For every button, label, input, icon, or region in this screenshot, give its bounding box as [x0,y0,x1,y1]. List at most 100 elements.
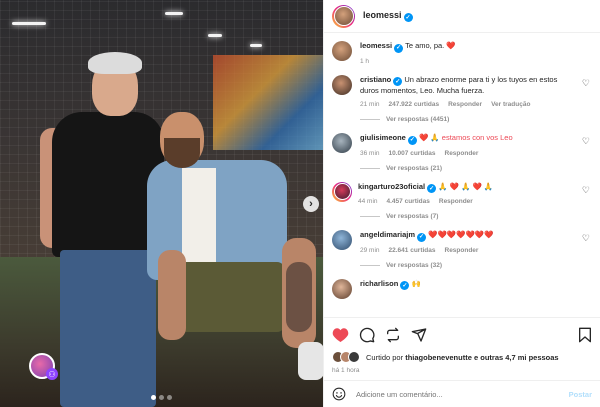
commenter-username[interactable]: kingarturo23oficial [358,182,425,191]
view-replies-label: Ver respostas (21) [386,164,443,172]
comment-time[interactable]: 44 min [358,197,378,207]
replies-divider [360,216,380,217]
post-actions: Curtido por thiagobenevenutte e outras 4… [324,317,600,374]
replies-divider [360,264,380,266]
comment-icon[interactable] [359,327,375,343]
view-replies-button[interactable]: Ver respostas (7) [360,213,592,220]
share-icon[interactable] [411,327,427,343]
next-photo-button[interactable]: › [303,196,319,212]
translate-button[interactable]: Ver tradução [491,100,530,110]
save-bookmark-icon[interactable] [578,327,592,343]
reply-button[interactable]: Responder [445,246,479,256]
user-tag-icon[interactable]: ⚇ [46,368,58,380]
emoji-picker-icon[interactable] [332,387,346,401]
liked-by-user[interactable]: thiagobenevenutte [405,353,472,362]
comment-item: giulisimeone ✓ ❤️ 🙏 estamos con vos Leo 3… [332,133,592,159]
chevron-right-icon: › [309,198,313,210]
comment-like-heart-icon[interactable]: ♡ [582,185,590,196]
post-comment-button[interactable]: Postar [569,390,592,399]
verified-badge-icon: ✓ [393,77,403,86]
comment-like-heart-icon[interactable]: ♡ [582,136,590,147]
comment-text: 🙌 [411,278,421,288]
carousel-dot [159,395,164,400]
replies-divider [360,119,380,120]
ceiling-light [250,44,262,47]
comment-like-heart-icon[interactable]: ♡ [582,233,590,244]
messi-tshirt [182,168,216,268]
wall-mural [213,55,323,150]
comment-likes[interactable]: 247.922 curtidas [389,100,440,110]
comment-likes[interactable]: 10.007 curtidas [389,149,436,159]
messi-arm [158,250,186,340]
verified-badge-icon: ✓ [403,13,413,22]
post-caption: leomessi ✓ Te amo, pa. ❤️ 1 h [332,41,592,67]
author-avatar[interactable] [333,6,354,26]
verified-badge-icon: ✓ [407,135,417,145]
messi-beard [164,138,200,168]
author-avatar[interactable] [332,41,352,61]
add-comment-bar: Postar [324,380,600,407]
commenter-avatar-ring[interactable] [332,181,352,202]
view-replies-button[interactable]: Ver respostas (21) [360,165,592,172]
liked-by-summary[interactable]: Curtido por thiagobenevenutte e outras 4… [332,351,592,363]
carousel-dot [151,395,156,400]
messi-shoe [298,342,323,380]
commenter-avatar[interactable] [332,278,352,299]
view-replies-label: Ver respostas (4451) [386,116,450,123]
view-replies-button[interactable]: Ver respostas (32) [360,262,592,269]
post-time[interactable]: há 1 hora [332,367,592,374]
comment-likes[interactable]: 4.457 curtidas [387,197,430,207]
comment-item: cristiano ✓ Un abrazo enorme para ti y lo… [332,74,592,111]
liker-avatars [332,351,360,363]
father-jeans [60,250,156,407]
add-comment-input[interactable] [356,389,569,399]
comment-time[interactable]: 36 min [360,149,380,159]
comments-list[interactable]: leomessi ✓ Te amo, pa. ❤️ 1 h cristiano ✓ … [324,33,600,316]
commenter-username[interactable]: giulisimeone [360,133,406,142]
reply-button[interactable]: Responder [448,100,482,110]
comment-item: richarlison ✓ 🙌 [332,278,592,299]
commenter-avatar[interactable] [333,183,351,200]
comment-text: 🙏 ❤️ 🙏 ❤️ 🙏 [438,181,494,191]
view-replies-label: Ver respostas (32) [386,261,443,269]
messi-leg-tattoo [286,262,312,332]
commenter-username[interactable]: angeldimariajm [360,230,415,239]
repost-icon[interactable] [385,327,401,343]
comment-text: ❤️❤️❤️❤️❤️❤️❤️ [428,230,494,239]
comment-like-heart-icon[interactable]: ♡ [582,78,590,89]
comment-time[interactable]: 21 min [360,100,380,110]
view-replies-button[interactable]: Ver respostas (4451) [360,116,592,123]
comment-time[interactable]: 29 min [360,246,380,256]
commenter-username[interactable]: cristiano [360,75,391,84]
caption-username[interactable]: leomessi [360,41,392,50]
caption-emoji: ❤️ [446,41,456,50]
commenter-username[interactable]: richarlison [360,279,398,288]
comment-item: angeldimariajm ✓ ❤️❤️❤️❤️❤️❤️❤️ 29 min 22… [332,230,592,256]
replies-divider [360,167,380,169]
verified-badge-icon: ✓ [394,43,404,53]
ceiling-light [12,22,46,25]
father-hair [88,52,142,74]
caption-time[interactable]: 1 h [360,57,369,67]
carousel-dot [167,395,172,400]
post-header: leomessi ✓ [324,0,600,33]
caption-text: Te amo, pa. [405,41,445,50]
carousel-indicator [0,395,323,400]
view-replies-label: Ver respostas (7) [386,213,439,220]
commenter-avatar[interactable] [332,230,352,250]
verified-badge-icon: ✓ [417,232,427,242]
reply-button[interactable]: Responder [439,197,473,207]
comment-item: kingarturo23oficial ✓ 🙏 ❤️ 🙏 ❤️ 🙏 44 min … [332,181,592,208]
commenter-avatar[interactable] [332,133,352,153]
liked-by-others[interactable]: e outras 4,7 mi pessoas [474,353,559,362]
comment-likes[interactable]: 22.641 curtidas [389,246,436,256]
reply-button[interactable]: Responder [445,149,479,159]
verified-badge-icon: ✓ [400,281,410,290]
author-username[interactable]: leomessi ✓ [363,10,413,22]
commenter-avatar[interactable] [332,74,352,95]
like-heart-icon[interactable] [332,327,349,343]
comment-text: ❤️ 🙏 estamos con vos Leo [418,133,513,142]
post-photo[interactable]: › ⚇ [0,0,323,407]
author-avatar-ring[interactable] [332,4,355,28]
ceiling-light [208,34,222,37]
